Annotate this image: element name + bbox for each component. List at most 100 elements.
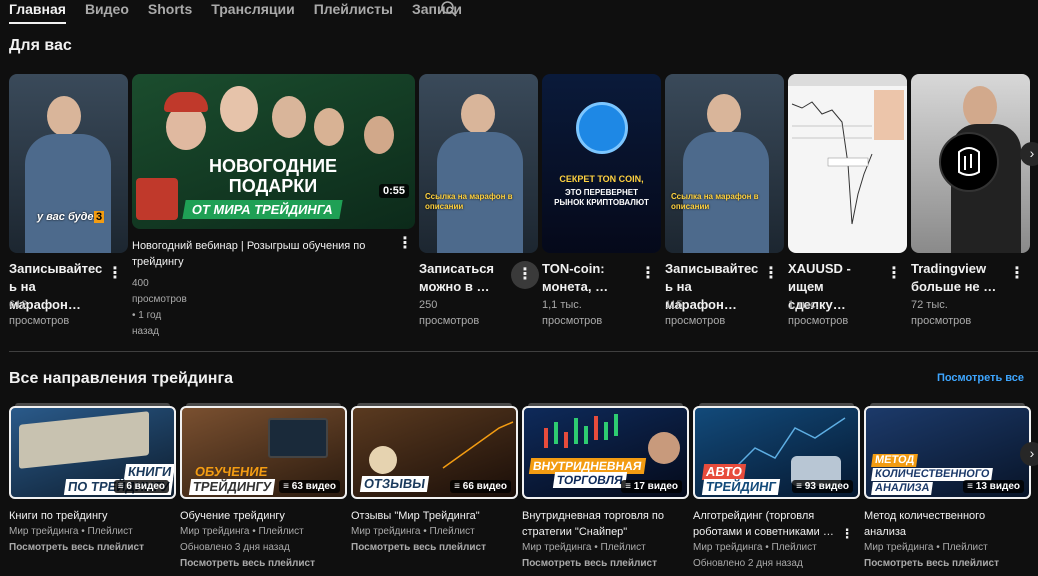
thumbnail-number-badge: 3: [94, 211, 105, 223]
thumbnail-label: ТРЕЙДИНГ: [701, 479, 781, 495]
playlist-title[interactable]: Обучение трейдингу: [180, 508, 347, 524]
short-views: 612 просмотров: [9, 299, 70, 327]
short-thumbnail[interactable]: [911, 74, 1030, 253]
tab-shorts[interactable]: Shorts: [148, 0, 192, 24]
view-full-playlist-link[interactable]: Посмотреть весь плейлист: [522, 556, 657, 572]
tab-videos[interactable]: Видео: [85, 0, 129, 24]
short-thumbnail[interactable]: у вас будет 3: [9, 74, 128, 253]
view-full-playlist-link[interactable]: Посмотреть весь плейлист: [180, 556, 315, 572]
person-head: [461, 94, 495, 134]
ton-logo-icon: [576, 102, 628, 154]
thumbnail-label: ОТЗЫВЫ: [359, 476, 430, 492]
playlist-thumbnail[interactable]: ВНУТРИДНЕВНАЯ ТОРГОВЛЯ ≡ 17 видео: [522, 406, 689, 499]
thumbnail-headline: НОВОГОДНИЕ ПОДАРКИ: [208, 156, 338, 196]
phone-image: [268, 418, 328, 458]
more-actions-icon[interactable]: ⋮: [511, 261, 539, 289]
playlist-icon: ≡: [117, 481, 124, 492]
playlist-updated: Обновлено 2 дня назад: [693, 558, 803, 569]
tab-home[interactable]: Главная: [9, 0, 66, 24]
more-actions-icon[interactable]: ⋮: [837, 524, 857, 544]
person-head: [364, 116, 394, 154]
playlist-icon: ≡: [625, 481, 631, 492]
more-actions-icon[interactable]: ⋮: [761, 264, 781, 284]
playlist-thumbnail[interactable]: ОТЗЫВЫ ≡ 66 видео: [351, 406, 518, 499]
person-head: [314, 108, 344, 146]
channel-tabs: Главная Видео Shorts Трансляции Плейлист…: [0, 0, 1038, 26]
tab-live[interactable]: Трансляции: [211, 0, 294, 24]
playlist-meta: Мир трейдинга • Плейлист: [351, 526, 475, 537]
book-image: [19, 411, 149, 469]
short-views: 1 тыс. просмотров: [788, 299, 849, 327]
playlist-meta: Мир трейдинга • Плейлист: [9, 526, 133, 537]
person-body: [25, 134, 111, 253]
video-meta: 400 просмотров • 1 год назад: [132, 278, 187, 337]
more-actions-icon[interactable]: ⋮: [395, 234, 415, 254]
section-divider: [9, 351, 1038, 352]
more-actions-icon[interactable]: ⋮: [884, 264, 904, 284]
playlist-title[interactable]: Книги по трейдингу: [9, 508, 176, 524]
more-actions-icon[interactable]: ⋮: [638, 264, 658, 284]
short-views: 115 просмотров: [665, 299, 726, 327]
thumbnail-label: ТРЕЙДИНГУ: [188, 479, 276, 495]
more-actions-icon[interactable]: ⋮: [1007, 264, 1027, 284]
short-title[interactable]: Записаться можно в …: [419, 260, 509, 296]
thumbnail-subheadline: ОТ МИРА ТРЕЙДИНГА: [182, 200, 343, 219]
video-title[interactable]: Новогодний вебинар | Розыгрыш обучения п…: [132, 238, 392, 270]
view-full-playlist-link[interactable]: Посмотреть весь плейлист: [351, 540, 486, 556]
playlist-title[interactable]: Внутридневная торговля по стратегии "Снай…: [522, 508, 689, 540]
section-title-for-you: Для вас: [9, 37, 72, 54]
thumbnail-caption: Ссылка на марафон в описании: [671, 192, 759, 211]
short-thumbnail[interactable]: СЕКРЕТ TON COIN, ЭТО ПЕРЕВЕРНЕТ РЫНОК КРИ…: [542, 74, 661, 253]
short-thumbnail[interactable]: [788, 74, 907, 253]
person-head: [220, 86, 258, 132]
video-duration: 0:55: [378, 184, 409, 198]
thumbnail-label: МЕТОД: [871, 454, 919, 467]
chevron-right-icon[interactable]: ›: [1020, 442, 1038, 466]
video-count-badge: ≡ 6 видео: [113, 480, 169, 493]
video-count-badge: ≡ 17 видео: [621, 480, 682, 493]
playlist-title[interactable]: Алготрейдинг (торговля роботами и советни…: [693, 508, 860, 540]
thumbnail-headline: СЕКРЕТ TON COIN,: [559, 174, 644, 184]
thumbnail-label: АВТО: [701, 464, 747, 480]
playlist-meta: Мир трейдинга • Плейлист: [522, 542, 646, 553]
playlist-icon: ≡: [283, 481, 289, 492]
more-actions-icon[interactable]: ⋮: [105, 264, 125, 284]
person-head: [963, 86, 997, 128]
playlist-updated: Обновлено 3 дня назад: [180, 542, 290, 553]
see-all-link[interactable]: Посмотреть все: [937, 372, 1024, 384]
short-title[interactable]: TON-coin: монета, …: [542, 260, 634, 296]
short-views: 250 просмотров: [419, 299, 480, 327]
short-views: 1,1 тыс. просмотров: [542, 299, 603, 327]
playlist-thumbnail[interactable]: КНИГИ ПО ТРЕЙДИНГУ ≡ 6 видео: [9, 406, 176, 499]
section-title-directions: Все направления трейдинга: [9, 370, 234, 387]
gift-box: [136, 178, 178, 220]
thumbnail-caption: ЭТО ПЕРЕВЕРНЕТ РЫНОК КРИПТОВАЛЮТ: [554, 188, 649, 207]
video-thumbnail[interactable]: НОВОГОДНИЕ ПОДАРКИ ОТ МИРА ТРЕЙДИНГА 0:55: [132, 74, 415, 229]
video-count-badge: ≡ 13 видео: [963, 480, 1024, 493]
thumbnail-label: ТОРГОВЛЯ: [552, 472, 627, 488]
playlist-thumbnail[interactable]: АВТО ТРЕЙДИНГ ≡ 93 видео: [693, 406, 860, 499]
short-thumbnail[interactable]: Ссылка на марафон в описании: [665, 74, 784, 253]
view-full-playlist-link[interactable]: Посмотреть весь плейлист: [9, 540, 144, 556]
search-icon[interactable]: [440, 0, 458, 18]
video-count-badge: ≡ 66 видео: [450, 480, 511, 493]
video-count-badge: ≡ 63 видео: [279, 480, 340, 493]
playlist-icon: ≡: [967, 481, 973, 492]
santa-hat: [164, 92, 208, 112]
short-title[interactable]: Tradingview больше не …: [911, 260, 1007, 296]
channel-logo: [939, 132, 999, 192]
person-head: [707, 94, 741, 134]
thumbnail-label: КНИГИ: [123, 464, 174, 480]
thumbnail-label: АНАЛИЗА: [871, 482, 934, 495]
person-head: [47, 96, 81, 136]
playlist-thumbnail[interactable]: ОБУЧЕНИЕ ТРЕЙДИНГУ ≡ 63 видео: [180, 406, 347, 499]
playlist-title[interactable]: Метод количественного анализа: [864, 508, 1031, 540]
chevron-right-icon[interactable]: ›: [1020, 142, 1038, 166]
playlist-icon: ≡: [454, 481, 460, 492]
tab-playlists[interactable]: Плейлисты: [314, 0, 393, 24]
brain-icon: [958, 147, 980, 176]
playlist-thumbnail[interactable]: МЕТОД КОЛИЧЕСТВЕННОГО АНАЛИЗА ≡ 13 видео: [864, 406, 1031, 499]
view-full-playlist-link[interactable]: Посмотреть весь плейлист: [864, 556, 999, 572]
playlist-title[interactable]: Отзывы "Мир Трейдинга": [351, 508, 518, 524]
short-thumbnail[interactable]: Ссылка на марафон в описании: [419, 74, 538, 253]
